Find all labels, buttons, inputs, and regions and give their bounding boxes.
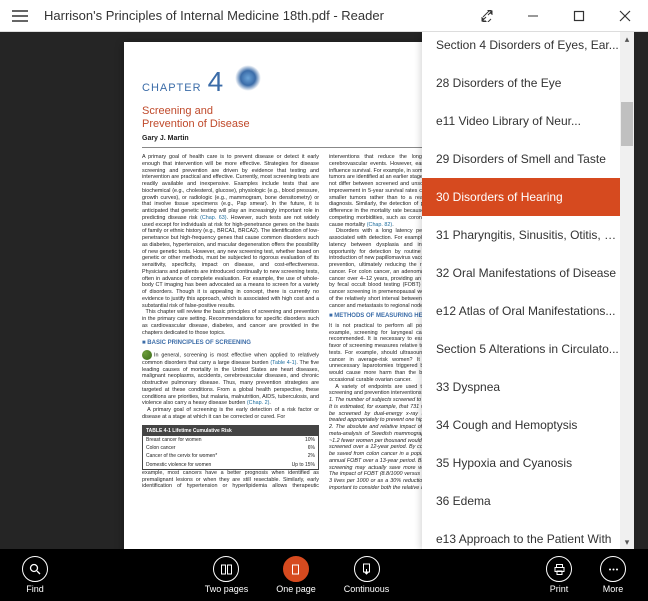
scroll-down-arrow[interactable]: ▾ bbox=[622, 537, 632, 547]
toc-item[interactable]: e12 Atlas of Oral Manifestations... bbox=[422, 292, 634, 330]
hamburger-icon bbox=[12, 10, 28, 22]
toc-item[interactable]: 34 Cough and Hemoptysis bbox=[422, 406, 634, 444]
two-pages-icon bbox=[220, 563, 233, 576]
chapter-label: CHAPTER bbox=[142, 82, 202, 96]
fullscreen-button[interactable] bbox=[464, 0, 510, 32]
more-icon bbox=[607, 563, 620, 576]
minimize-icon bbox=[527, 10, 539, 22]
toc-item[interactable]: 30 Disorders of Hearing bbox=[422, 178, 634, 216]
window-title: Harrison's Principles of Internal Medici… bbox=[40, 8, 464, 23]
table-row: Cancer of the cervix for women*2% bbox=[143, 452, 318, 460]
toc-item[interactable]: 33 Dyspnea bbox=[422, 368, 634, 406]
maximize-button[interactable] bbox=[556, 0, 602, 32]
one-page-button[interactable]: One page bbox=[276, 556, 316, 594]
one-page-icon bbox=[289, 563, 302, 576]
print-button[interactable]: Print bbox=[546, 556, 572, 594]
table-4-1: TABLE 4-1 Lifetime Cumulative Risk Breas… bbox=[142, 425, 319, 470]
expand-icon bbox=[481, 10, 493, 22]
search-icon bbox=[29, 563, 42, 576]
close-icon bbox=[619, 10, 631, 22]
maximize-icon bbox=[573, 10, 585, 22]
toc-item[interactable]: 28 Disorders of the Eye bbox=[422, 64, 634, 102]
continuous-button[interactable]: Continuous bbox=[344, 556, 390, 594]
globe-icon bbox=[142, 350, 152, 360]
toc-item[interactable]: Section 5 Alterations in Circulato... bbox=[422, 330, 634, 368]
table-row: Domestic violence for womenUp to 15% bbox=[143, 461, 318, 469]
toc-item[interactable]: 32 Oral Manifestations of Disease bbox=[422, 254, 634, 292]
continuous-icon bbox=[360, 563, 373, 576]
toc-item[interactable]: 31 Pharyngitis, Sinusitis, Otitis, a... bbox=[422, 216, 634, 254]
chapter-number: 4 bbox=[208, 64, 224, 99]
scroll-up-arrow[interactable]: ▴ bbox=[622, 34, 632, 44]
scroll-thumb[interactable] bbox=[621, 102, 633, 146]
two-pages-button[interactable]: Two pages bbox=[205, 556, 249, 594]
toc-item[interactable]: e11 Video Library of Neur... bbox=[422, 102, 634, 140]
toc-item[interactable]: 35 Hypoxia and Cyanosis bbox=[422, 444, 634, 482]
toc-item[interactable]: e13 Approach to the Patient With bbox=[422, 520, 634, 549]
chapter-icon bbox=[235, 65, 261, 91]
toc-item[interactable]: 29 Disorders of Smell and Taste bbox=[422, 140, 634, 178]
more-button[interactable]: More bbox=[600, 556, 626, 594]
toc-panel: Section 4 Disorders of Eyes, Ear...28 Di… bbox=[422, 32, 634, 549]
print-icon bbox=[553, 563, 566, 576]
table-row: Breast cancer for women10% bbox=[143, 436, 318, 444]
table-row: Colon cancer6% bbox=[143, 444, 318, 452]
close-button[interactable] bbox=[602, 0, 648, 32]
menu-button[interactable] bbox=[0, 0, 40, 32]
bottom-toolbar: Find Two pages One page Continuous Print… bbox=[0, 549, 648, 601]
minimize-button[interactable] bbox=[510, 0, 556, 32]
toc-item[interactable]: 36 Edema bbox=[422, 482, 634, 520]
toc-item[interactable]: Section 4 Disorders of Eyes, Ear... bbox=[422, 32, 634, 64]
toc-scrollbar[interactable]: ▴ ▾ bbox=[620, 32, 634, 549]
find-button[interactable]: Find bbox=[22, 556, 48, 594]
document-viewport[interactable]: CHAPTER 4 Screening andPrevention of Dis… bbox=[0, 32, 648, 549]
